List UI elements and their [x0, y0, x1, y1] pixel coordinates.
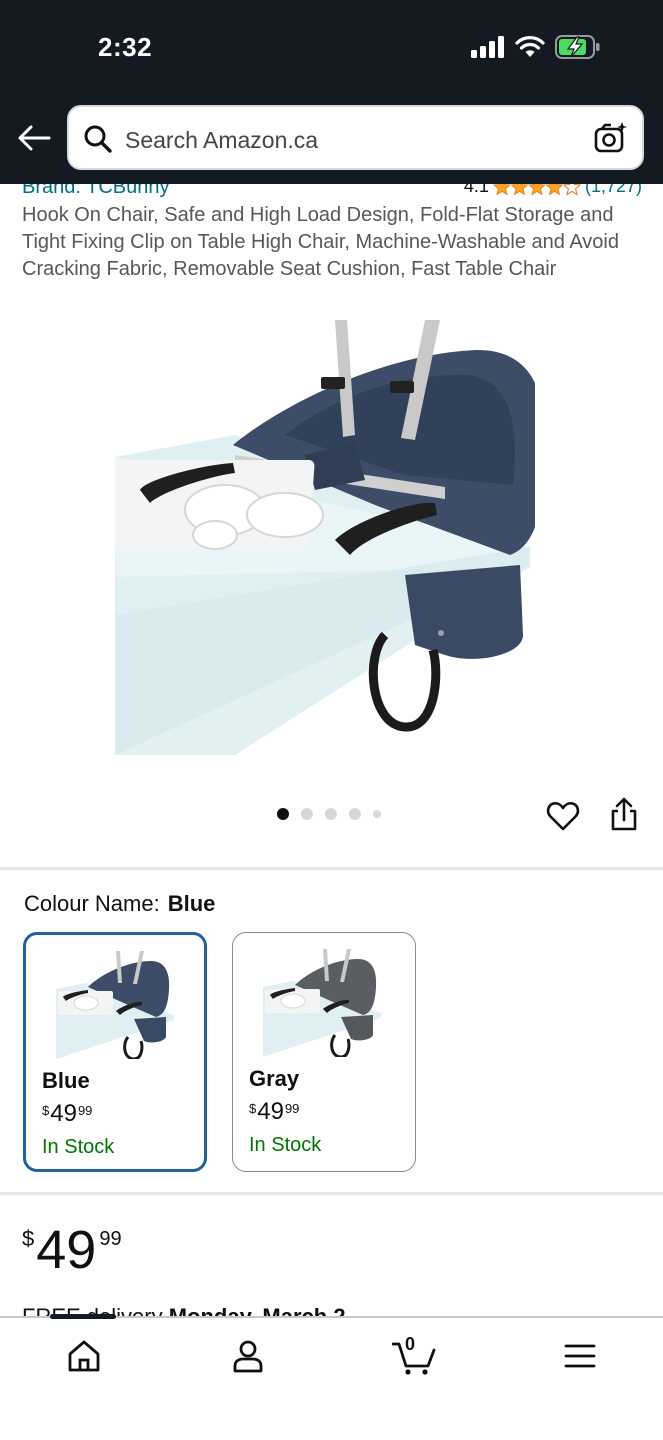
menu-icon[interactable]	[560, 1336, 600, 1376]
colour-swatch-blue[interactable]: Blue $49 99 In Stock	[23, 932, 207, 1172]
camera-search-icon[interactable]	[594, 121, 628, 155]
account-icon[interactable]	[228, 1336, 268, 1376]
colour-swatch-gray[interactable]: Gray $49 99 In Stock	[232, 932, 416, 1172]
swatch-name: Blue	[42, 1068, 90, 1093]
swatch-price: $49 99	[249, 1098, 299, 1126]
price-currency: $	[22, 1226, 35, 1251]
swatch-name: Gray	[249, 1066, 300, 1091]
swatch-stock-status: In Stock	[42, 1136, 115, 1158]
price-currency: $	[249, 1101, 257, 1116]
search-placeholder: Search Amazon.ca	[125, 127, 319, 153]
price-fraction: 99	[99, 1228, 122, 1250]
cart-count: 0	[405, 1334, 416, 1354]
carousel-dot[interactable]	[325, 808, 337, 820]
app-header: 2:32 Search Amazon.ca	[0, 0, 663, 184]
active-tab-indicator	[50, 1314, 116, 1319]
swatch-stock-status: In Stock	[249, 1134, 322, 1156]
back-arrow-icon[interactable]	[14, 118, 54, 158]
swatch-price: $49 99	[42, 1100, 92, 1128]
section-divider	[0, 867, 663, 870]
home-icon[interactable]	[64, 1336, 104, 1376]
image-carousel-dots[interactable]	[277, 808, 381, 820]
colour-label-text: Colour Name:	[24, 891, 160, 916]
carousel-dot[interactable]	[277, 808, 289, 820]
search-icon	[83, 124, 113, 154]
product-title: Hook On Chair, Safe and High Load Design…	[22, 204, 619, 280]
heart-icon[interactable]	[545, 798, 581, 834]
battery-charging-icon	[555, 34, 601, 64]
cart-icon[interactable]: 0	[391, 1334, 438, 1376]
price-whole: 49	[50, 1100, 77, 1127]
price-whole: 49	[36, 1220, 97, 1280]
swatch-image	[56, 949, 174, 1061]
product-price: $49 99	[22, 1220, 122, 1280]
price-fraction: 99	[284, 1101, 300, 1116]
carousel-dot[interactable]	[373, 810, 381, 818]
price-currency: $	[42, 1103, 50, 1118]
status-time: 2:32	[98, 32, 153, 62]
price-fraction: 99	[77, 1103, 93, 1118]
carousel-dot[interactable]	[349, 808, 361, 820]
colour-name-label: Colour Name: Blue	[24, 891, 215, 917]
search-input[interactable]: Search Amazon.ca	[67, 105, 644, 170]
status-icons	[471, 34, 601, 64]
product-image[interactable]	[103, 315, 546, 755]
section-divider	[0, 1192, 663, 1195]
wifi-icon	[515, 35, 545, 63]
signal-icon	[471, 35, 505, 63]
carousel-dot[interactable]	[301, 808, 313, 820]
colour-selected-value: Blue	[167, 891, 216, 916]
product-page: Brand: TCBunny 4.1 (1,727) Hook On Chair…	[0, 0, 663, 1440]
swatch-image	[263, 947, 381, 1059]
price-whole: 49	[257, 1098, 284, 1125]
share-icon[interactable]	[606, 796, 642, 834]
bottom-nav: 0	[0, 1314, 663, 1440]
